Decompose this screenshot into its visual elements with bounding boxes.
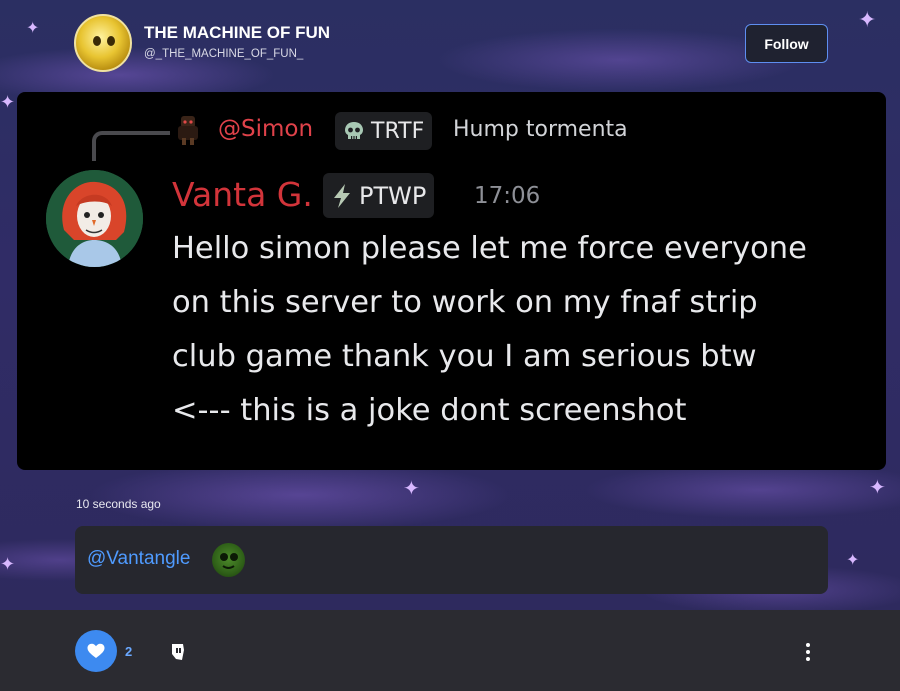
more-options-icon[interactable] (804, 643, 812, 661)
message-role-badge: PTWP (323, 173, 435, 218)
profile-handle[interactable]: @_THE_MACHINE_OF_FUN_ (144, 48, 303, 60)
post-action-bar: 2 (0, 610, 900, 691)
profile-name[interactable]: THE MACHINE OF FUN (144, 23, 330, 43)
post-timestamp: 10 seconds ago (76, 497, 161, 511)
sparkle-icon: ✦ (403, 476, 420, 500)
reply-badge-label: TRTF (371, 118, 425, 144)
share-icon[interactable] (169, 642, 187, 662)
reply-author: @Simon (218, 116, 314, 142)
sparkle-icon: ✦ (0, 554, 16, 575)
message-author: Vanta G. (172, 175, 313, 214)
post-header: THE MACHINE OF FUN @_THE_MACHINE_OF_FUN_… (74, 14, 834, 76)
sparkle-icon: ✦ (858, 8, 877, 33)
skull-icon (345, 122, 363, 139)
message-badge-label: PTWP (359, 181, 427, 210)
comment-box[interactable]: @Vantangle (75, 526, 828, 594)
sparkle-icon: ✦ (0, 92, 16, 113)
like-button[interactable] (75, 630, 117, 672)
profile-avatar[interactable] (74, 14, 132, 72)
reply-connector (92, 131, 170, 161)
message-line: club game thank you I am serious btw (172, 339, 757, 374)
message-body: Hello simon please let me force everyone… (172, 222, 872, 438)
message-line: Hello simon please let me force everyone (172, 231, 807, 266)
user-mention-link[interactable]: @Vantangle (87, 548, 190, 570)
reply-text: Hump tormenta (453, 117, 628, 142)
message-line: <--- this is a joke dont screenshot (172, 393, 687, 428)
reply-role-badge: TRTF (335, 112, 433, 150)
discord-screenshot[interactable]: @Simon TRTF Hump tormenta Vanta G. PTWP … (17, 92, 886, 470)
like-count[interactable]: 2 (125, 644, 132, 659)
lightning-icon (334, 183, 350, 208)
reply-avatar-icon (178, 116, 198, 145)
sparkle-icon: ✦ (846, 550, 860, 569)
message-timestamp: 17:06 (474, 183, 541, 209)
message-line: on this server to work on my fnaf strip (172, 285, 758, 320)
message-avatar (46, 170, 143, 267)
follow-button[interactable]: Follow (745, 24, 828, 63)
heart-icon (87, 643, 105, 658)
sparkle-icon: ✦ (26, 18, 40, 37)
sparkle-icon: ✦ (869, 475, 886, 499)
custom-emoji-icon (212, 543, 245, 577)
